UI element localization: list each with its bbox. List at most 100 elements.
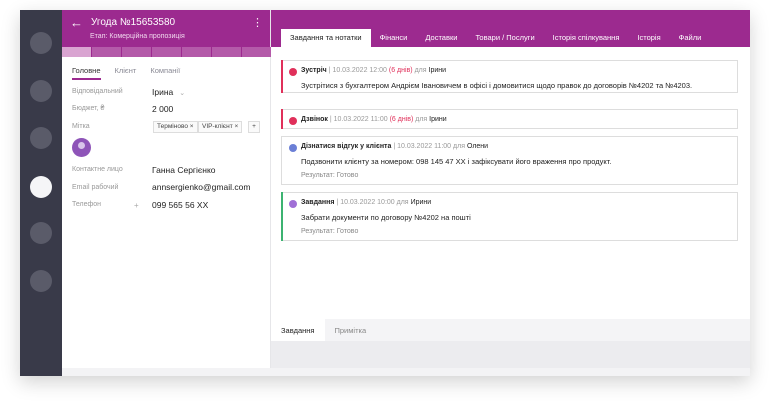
card-assignee: Ірини <box>428 67 447 74</box>
deal-tabs: Головне Клієнт Компанії <box>72 66 180 80</box>
tag-urgent[interactable]: Терміново × <box>153 121 198 133</box>
close-icon[interactable]: × <box>190 123 194 130</box>
task-card-task[interactable]: Завдання | 10.03.2022 10:00 для Ирини За… <box>281 192 738 241</box>
add-tag-button[interactable]: + <box>248 121 260 133</box>
app-window: ← Угода №15653580 Етап: Комерційна пропо… <box>20 10 750 376</box>
close-icon[interactable]: × <box>235 123 239 130</box>
tab-companies[interactable]: Компанії <box>150 66 180 80</box>
tab-new-task[interactable]: Завдання <box>271 319 325 341</box>
stage-segment[interactable] <box>182 47 211 57</box>
card-type: Зустріч <box>301 67 327 74</box>
back-arrow-icon[interactable]: ← <box>70 15 83 30</box>
tab-files[interactable]: Файли <box>670 29 711 47</box>
tab-tasks-notes[interactable]: Завдання та нотатки <box>281 29 371 47</box>
tag-vip[interactable]: VIP-клієнт × <box>198 121 243 133</box>
stage-segment[interactable] <box>122 47 151 57</box>
budget-label: Бюджет, ₴ <box>72 105 105 112</box>
tag-label: Мітка <box>72 123 90 130</box>
card-type: Дізнатися відгук у клієнта <box>301 143 392 150</box>
card-header: Дізнатися відгук у клієнта | 10.03.2022 … <box>301 143 489 150</box>
rail-item-6[interactable] <box>30 270 52 292</box>
card-header: Дзвінок | 10.03.2022 11:00 (6 днів) для … <box>301 116 447 123</box>
card-type: Завдання <box>301 199 335 206</box>
left-rail <box>20 10 62 376</box>
card-overdue: (6 днів) <box>389 116 414 123</box>
deal-stage: Етап: Комерційна пропозиція <box>90 33 185 40</box>
avatar[interactable] <box>72 138 91 157</box>
tag-text: VIP-клієнт <box>202 123 233 130</box>
phone-icon <box>289 117 297 125</box>
card-datetime: 10.03.2022 11:00 <box>333 116 388 123</box>
tab-deliveries[interactable]: Доставки <box>416 29 466 47</box>
card-result: Результат: Готово <box>301 172 359 179</box>
tab-client[interactable]: Клієнт <box>115 66 137 80</box>
add-phone-icon[interactable]: + <box>134 201 139 210</box>
stage-segment[interactable] <box>242 47 271 57</box>
meeting-icon <box>289 68 297 76</box>
rail-item-4-active[interactable] <box>30 176 52 198</box>
chevron-down-icon: ⌄ <box>179 90 186 97</box>
card-header: Зустріч | 10.03.2022 12:00 (6 днів) для … <box>301 67 447 74</box>
task-card-call[interactable]: Дзвінок | 10.03.2022 11:00 (6 днів) для … <box>281 109 738 129</box>
more-vertical-icon[interactable]: ⋮ <box>252 16 263 29</box>
card-datetime: 10.03.2022 10:00 <box>340 199 395 206</box>
email-value[interactable]: annsergienko@gmail.com <box>152 182 250 192</box>
card-for: для <box>414 67 427 74</box>
stage-segment[interactable] <box>92 47 121 57</box>
tab-new-note[interactable]: Примітка <box>325 319 377 341</box>
card-type: Дзвінок <box>301 116 328 123</box>
main-tabs: Завдання та нотатки Фінанси Доставки Тов… <box>281 29 710 47</box>
rail-item-1[interactable] <box>30 32 52 54</box>
feedback-icon <box>289 144 297 152</box>
card-assignee: Ирини <box>410 199 432 206</box>
task-card-feedback[interactable]: Дізнатися відгук у клієнта | 10.03.2022 … <box>281 136 738 185</box>
main-panel: Завдання та нотатки Фінанси Доставки Тов… <box>271 10 750 376</box>
phone-label: Телефон <box>72 201 102 208</box>
tab-finance[interactable]: Фінанси <box>371 29 417 47</box>
card-for: для <box>396 199 409 206</box>
deal-panel: ← Угода №15653580 Етап: Комерційна пропо… <box>62 10 271 376</box>
card-overdue: (6 днів) <box>388 67 413 74</box>
card-for: для <box>453 143 465 150</box>
contact-value[interactable]: Ганна Сергієнко <box>152 165 215 175</box>
card-accent <box>281 60 283 93</box>
stage-segment[interactable] <box>212 47 241 57</box>
card-datetime: 10.03.2022 11:00 <box>397 143 452 150</box>
card-text: Зустрітися з бухгалтером Андрієм Іванови… <box>301 81 693 90</box>
tab-history[interactable]: Історія <box>628 29 669 47</box>
card-result: Результат: Готово <box>301 228 359 235</box>
card-accent <box>281 192 283 241</box>
rail-item-2[interactable] <box>30 80 52 102</box>
card-text: Забрати документи по договору №4202 на п… <box>301 213 471 222</box>
task-card-meeting[interactable]: Зустріч | 10.03.2022 12:00 (6 днів) для … <box>281 60 738 93</box>
tag-text: Терміново <box>157 123 188 130</box>
tab-products[interactable]: Товари / Послуги <box>466 29 543 47</box>
deal-title: Угода №15653580 <box>91 17 176 28</box>
bottom-strip <box>62 368 750 376</box>
responsible-select[interactable]: Ірина ⌄ <box>152 87 185 97</box>
card-datetime: 10.03.2022 12:00 <box>332 67 387 74</box>
main-header: Завдання та нотатки Фінанси Доставки Тов… <box>271 10 750 47</box>
task-icon <box>289 200 297 208</box>
responsible-value: Ірина <box>152 87 174 97</box>
card-accent <box>281 109 283 129</box>
budget-value[interactable]: 2 000 <box>152 104 173 114</box>
card-assignee: Ірини <box>429 116 447 123</box>
card-text: Подзвонити клієнту за номером: 098 145 4… <box>301 157 612 166</box>
contact-label: Контактне лицо <box>72 166 123 173</box>
rail-item-3[interactable] <box>30 127 52 149</box>
tab-communication[interactable]: Історія спілкування <box>544 29 629 47</box>
rail-item-5[interactable] <box>30 222 52 244</box>
composer-tabs: Завдання Примітка <box>271 319 750 341</box>
email-label: Email рабочий <box>72 184 119 191</box>
stage-segment[interactable] <box>152 47 181 57</box>
timeline: Зустріч | 10.03.2022 12:00 (6 днів) для … <box>271 47 750 319</box>
stage-segment[interactable] <box>62 47 91 57</box>
card-for: для <box>415 116 428 123</box>
tab-main[interactable]: Головне <box>72 66 101 80</box>
stage-progress <box>62 47 271 57</box>
phone-value[interactable]: 099 565 56 XX <box>152 200 208 210</box>
card-assignee: Олени <box>466 143 489 150</box>
responsible-label: Відповідальний <box>72 88 123 95</box>
deal-header: ← Угода №15653580 Етап: Комерційна пропо… <box>62 10 271 57</box>
